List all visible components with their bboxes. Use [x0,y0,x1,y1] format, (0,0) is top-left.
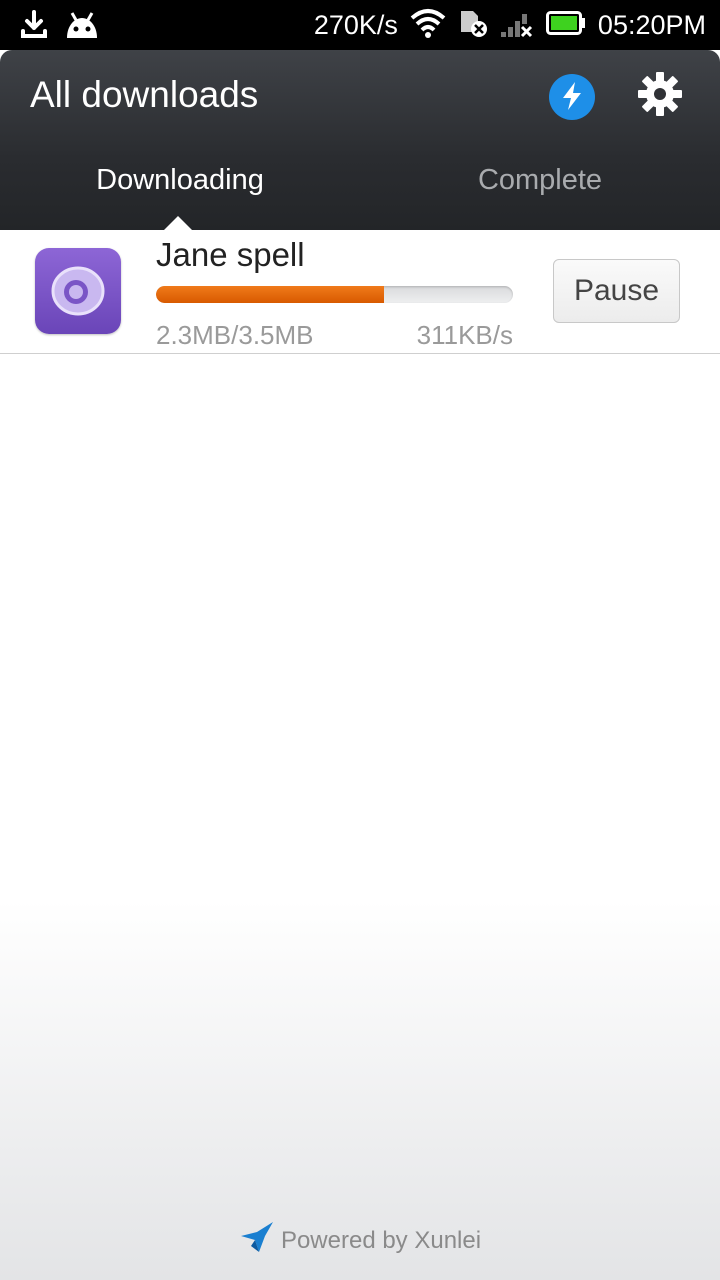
status-bar: 270K/s 05:20PM [0,0,720,50]
speed-boost-button[interactable] [549,74,595,120]
download-speed: 311KB/s [416,320,513,350]
app-header: All downloads Downloading Complete [0,50,720,230]
download-item[interactable]: Jane spell 2.3MB/3.5MB 311KB/s Pause [0,230,720,354]
pause-button[interactable]: Pause [553,259,680,323]
progress-bar [156,286,513,303]
tab-complete[interactable]: Complete [360,164,720,208]
tab-downloading[interactable]: Downloading [0,164,360,208]
wifi-icon [410,8,446,43]
signal-no-service-icon [500,8,534,43]
android-icon [64,9,100,46]
active-tab-indicator [164,216,192,230]
gear-icon [636,70,684,123]
settings-button[interactable] [634,70,686,122]
download-name: Jane spell [156,236,305,273]
progress-fill [156,286,385,303]
battery-charging-icon [545,10,586,41]
sim-error-icon [458,8,488,43]
download-icon [18,9,50,46]
xunlei-bird-icon [239,1220,277,1261]
network-speed: 270K/s [313,9,398,40]
powered-by-text: Powered by Xunlei [280,1226,482,1254]
download-size: 2.3MB/3.5MB [156,320,314,350]
lightning-bolt-icon [559,81,585,114]
clock: 05:20PM [597,9,706,40]
powered-by: Powered by Xunlei [0,1220,720,1261]
page-title: All downloads [30,74,259,115]
app-icon [35,248,121,334]
